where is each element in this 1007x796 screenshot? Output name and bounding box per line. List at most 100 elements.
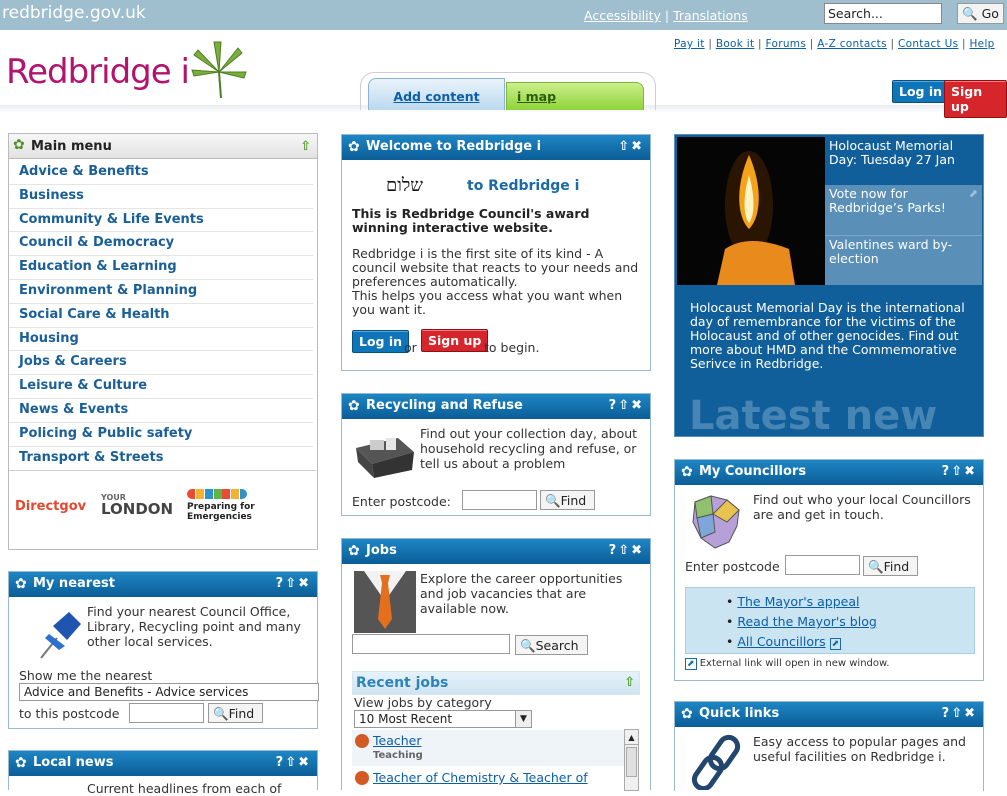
councillors-text: Find out who your local Councillors are …: [753, 492, 971, 522]
feature-item-parks[interactable]: Vote now for Redbridge’s Parks! ⬈: [825, 185, 982, 235]
panel-controls[interactable]: ?⇧✖: [609, 543, 644, 558]
leaf-icon: ✿: [348, 543, 360, 559]
utility-links: Pay it | Book it | Forums | A-Z contacts…: [674, 38, 995, 50]
jobs-text: Explore the career opportunities and job…: [420, 571, 623, 616]
leaf-icon: ✿: [13, 137, 25, 153]
councillors-postcode-input[interactable]: [785, 555, 860, 575]
pay-it-link[interactable]: Pay it: [674, 38, 705, 50]
contact-us-link[interactable]: Contact Us: [898, 38, 958, 50]
menu-item-environment[interactable]: Environment & Planning: [9, 280, 313, 304]
recycling-box-icon: [356, 438, 414, 478]
job-title-link[interactable]: Teacher: [373, 733, 422, 748]
feature-text: Holocaust Memorial Day is the internatio…: [690, 300, 965, 371]
job-list-item[interactable]: Teacher of Chemistry & Teacher of: [352, 768, 624, 792]
my-nearest-header: ✿ My nearest ?⇧✖: [9, 572, 317, 597]
feature-item-valentines[interactable]: Valentines ward by-election: [825, 235, 982, 285]
scroll-thumb[interactable]: [626, 747, 637, 777]
panel-controls[interactable]: ?⇧✖: [609, 398, 644, 413]
menu-item-education[interactable]: Education & Learning: [9, 256, 313, 280]
job-list-item[interactable]: Teacher Teaching: [352, 730, 624, 766]
all-councillors-link[interactable]: • All Councillors ⬈: [726, 632, 974, 654]
nearest-service-select[interactable]: Advice and Benefits - Advice services: [19, 683, 319, 701]
welcome-para2: This helps you access what you want when…: [352, 288, 623, 317]
welcome-headline: This is Redbridge Council's award winnin…: [352, 206, 590, 235]
menu-item-council[interactable]: Council & Democracy: [9, 232, 313, 257]
local-news-panel: ✿ Local news ?⇧✖ Current headlines from …: [8, 750, 318, 796]
menu-item-jobs[interactable]: Jobs & Careers: [9, 351, 313, 376]
forums-link[interactable]: Forums: [766, 38, 807, 50]
collapse-arrow-icon[interactable]: ⇧: [300, 139, 311, 154]
recycling-postcode-input[interactable]: [462, 490, 537, 510]
jobs-scrollbar[interactable]: ▲: [624, 729, 639, 791]
local-news-header: ✿ Local news ?⇧✖: [9, 751, 317, 776]
arrow-icon: ⬈: [968, 187, 978, 200]
recycling-panel: ✿ Recycling and Refuse ?⇧✖ Find out your…: [341, 393, 651, 516]
jobs-category-label: View jobs by category: [354, 695, 492, 710]
header-login-button[interactable]: Log in: [892, 80, 950, 103]
scroll-up-icon[interactable]: ▲: [625, 730, 638, 745]
panel-controls[interactable]: ?⇧✖: [276, 755, 311, 770]
my-councillors-panel: ✿ My Councillors ?⇧✖ Find out who your l…: [674, 459, 984, 681]
show-nearest-label: Show me the nearest: [19, 668, 153, 683]
job-icon: [355, 734, 369, 748]
external-link-icon: ⬈: [829, 638, 842, 650]
job-title-link[interactable]: Teacher of Chemistry & Teacher of: [373, 770, 588, 785]
header-signup-button[interactable]: Sign up: [944, 80, 1007, 118]
top-bar: redbridge.gov.uk Accessibility | Transla…: [0, 0, 1007, 30]
menu-item-advice-benefits[interactable]: Advice & Benefits: [9, 161, 313, 185]
site-logo[interactable]: Redbridge i: [6, 52, 190, 92]
top-links: Accessibility | Translations: [584, 8, 748, 23]
my-nearest-panel: ✿ My nearest ?⇧✖ Find your nearest Counc…: [8, 571, 319, 729]
help-link[interactable]: Help: [969, 38, 994, 50]
welcome-login-button[interactable]: Log in: [352, 330, 410, 353]
tab-add-content[interactable]: Add content: [368, 78, 505, 110]
preparing-emergencies-logo[interactable]: Preparing for Emergencies: [187, 489, 255, 522]
job-category: Teaching: [373, 750, 423, 761]
mayors-appeal-link[interactable]: • The Mayor's appeal: [726, 592, 974, 612]
nearest-postcode-input[interactable]: [129, 703, 204, 723]
recycling-text: Find out your collection day, about hous…: [420, 426, 638, 471]
collapse-arrow-icon[interactable]: ⇧: [624, 675, 635, 690]
menu-item-business[interactable]: Business: [9, 185, 313, 209]
directgov-logo[interactable]: Directgov: [15, 499, 86, 514]
translations-link[interactable]: Translations: [673, 8, 748, 23]
nearest-find-button[interactable]: 🔍Find: [208, 703, 263, 723]
recycling-find-button[interactable]: 🔍Find: [540, 490, 595, 510]
menu-item-social-care[interactable]: Social Care & Health: [9, 304, 313, 328]
az-contacts-link[interactable]: A-Z contacts: [817, 38, 887, 50]
pushpin-icon: [40, 612, 81, 659]
menu-item-housing[interactable]: Housing: [9, 328, 313, 352]
jobs-category-select[interactable]: 10 Most Recent ▼: [354, 710, 532, 728]
your-london-logo[interactable]: YOUR LONDON: [101, 493, 173, 518]
panel-controls[interactable]: ⇧✖: [618, 139, 644, 154]
leaf-icon: ✿: [681, 464, 693, 480]
quick-links-panel: ✿ Quick links ?⇧✖ Easy access to popular…: [674, 701, 984, 791]
tab-i-map[interactable]: i map: [506, 82, 644, 110]
menu-item-community[interactable]: Community & Life Events: [9, 209, 313, 233]
leaf-icon: ✿: [15, 755, 27, 771]
local-news-text: Current headlines from each of: [87, 781, 282, 796]
jobs-search-button[interactable]: 🔍Search: [515, 635, 588, 655]
external-note: ⬈ External link will open in new window.: [685, 658, 890, 670]
mayors-blog-link[interactable]: • Read the Mayor's blog: [726, 612, 974, 632]
search-input[interactable]: Search...: [824, 3, 942, 24]
panel-controls[interactable]: ?⇧✖: [942, 464, 977, 479]
menu-item-news[interactable]: News & Events: [9, 399, 313, 423]
panel-controls[interactable]: ?⇧✖: [942, 706, 977, 721]
welcome-or-text: or: [404, 340, 417, 355]
candle-image[interactable]: [677, 137, 825, 285]
feature-item-holocaust[interactable]: Holocaust Memorial Day: Tuesday 27 Jan: [827, 137, 982, 185]
book-it-link[interactable]: Book it: [716, 38, 755, 50]
menu-item-transport[interactable]: Transport & Streets: [9, 447, 313, 471]
councillors-find-button[interactable]: 🔍Find: [863, 556, 918, 576]
welcome-begin-text: to begin.: [484, 340, 540, 355]
hebrew-greeting: שלום: [386, 175, 424, 196]
go-button[interactable]: 🔍 Go: [957, 3, 1004, 24]
accessibility-link[interactable]: Accessibility: [584, 8, 661, 23]
jobs-search-input[interactable]: [352, 634, 510, 654]
search-icon: 🔍: [962, 6, 978, 21]
panel-controls[interactable]: ?⇧✖: [276, 576, 311, 591]
welcome-signup-button[interactable]: Sign up: [421, 329, 489, 352]
menu-item-leisure[interactable]: Leisure & Culture: [9, 375, 313, 399]
menu-item-policing[interactable]: Policing & Public safety: [9, 423, 313, 447]
